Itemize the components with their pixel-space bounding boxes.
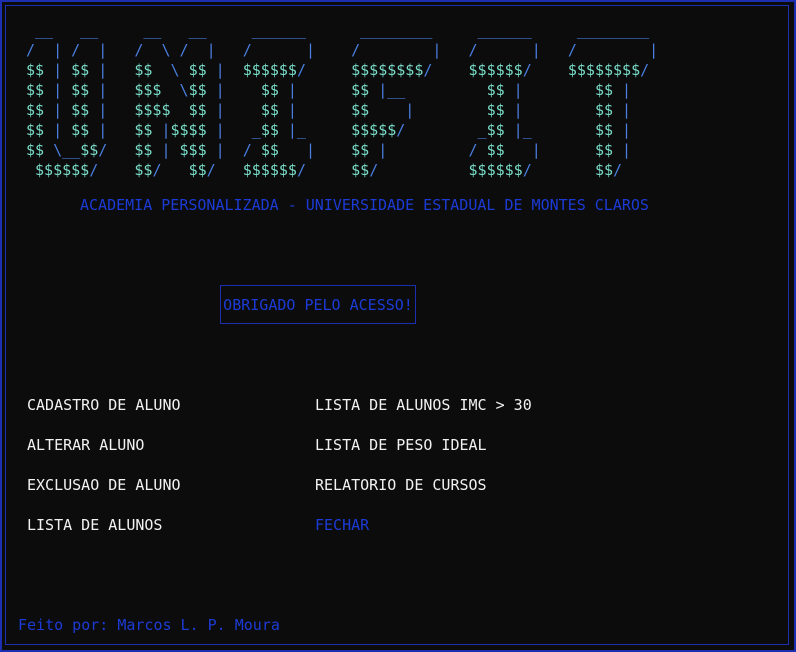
thanks-message-box: OBRIGADO PELO ACESSO! xyxy=(220,285,416,324)
banner-line: $$ | $$ | $$$ \$$ | $$ | $$ |__ $$ | $$ … xyxy=(26,81,650,99)
menu-item-cadastro[interactable]: CADASTRO DE ALUNO xyxy=(27,396,181,414)
banner-line: __ __ __ __ ______ ________ ______ _____… xyxy=(26,21,659,39)
menu-item-exclusao[interactable]: EXCLUSAO DE ALUNO xyxy=(27,476,181,494)
ascii-art-banner: __ __ __ __ ______ ________ ______ _____… xyxy=(26,20,658,180)
footer-credits: Feito por: Marcos L. P. Moura xyxy=(18,616,280,634)
banner-line: / | / | / \ / | / | / | / | / | xyxy=(26,41,659,59)
menu-item-alterar[interactable]: ALTERAR ALUNO xyxy=(27,436,144,454)
subtitle: ACADEMIA PERSONALIZADA - UNIVERSIDADE ES… xyxy=(80,196,649,214)
menu-item-fechar[interactable]: FECHAR xyxy=(315,516,369,534)
menu-item-lista-peso-ideal[interactable]: LISTA DE PESO IDEAL xyxy=(315,436,487,454)
menu-item-relatorio-cursos[interactable]: RELATORIO DE CURSOS xyxy=(315,476,487,494)
banner-line: $$ | $$ | $$$$ $$ | $$ | $$ | $$ | $$ | xyxy=(26,101,650,119)
menu-item-lista-alunos[interactable]: LISTA DE ALUNOS xyxy=(27,516,162,534)
banner-line: $$ | $$ | $$ |$$$$ | _$$ |_ $$$$$/ _$$ |… xyxy=(26,121,650,139)
banner-line: $$ | $$ | $$ \ $$ | $$$$$$/ $$$$$$$$/ $$… xyxy=(26,61,650,79)
menu-item-lista-imc[interactable]: LISTA DE ALUNOS IMC > 30 xyxy=(315,396,532,414)
banner-line: $$$$$$/ $$/ $$/ $$$$$$/ $$/ $$$$$$/ $$/ xyxy=(35,161,650,179)
banner-line: $$ \__$$/ $$ | $$$ | / $$ | $$ | / $$ | … xyxy=(26,141,650,159)
